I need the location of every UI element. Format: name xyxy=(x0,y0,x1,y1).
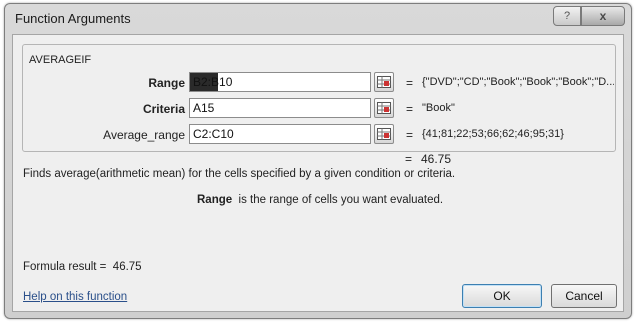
arg-value-range: {"DVD";"CD";"Book";"Book";"Book";"D... xyxy=(422,76,614,88)
arg-label-average-range: Average_range xyxy=(103,128,185,142)
equals-sign: = xyxy=(406,128,414,142)
arg-row-range: Range = {"DVD";"CD";"Book";"Book";"Book"… xyxy=(23,72,615,94)
argument-help-text: is the range of cells you want evaluated… xyxy=(238,194,444,206)
collapse-dialog-icon xyxy=(377,76,391,88)
average-range-ref-button[interactable] xyxy=(374,124,394,144)
dialog-content: AVERAGEIF Range = {"DVD";"CD";"Book";"Bo… xyxy=(12,34,624,312)
function-arguments-dialog: Function Arguments ? x AVERAGEIF Range B… xyxy=(4,3,632,319)
argument-help-name: Range xyxy=(197,194,233,206)
range-input[interactable] xyxy=(189,72,371,92)
close-icon: x xyxy=(599,9,607,23)
arg-label-criteria: Criteria xyxy=(142,102,185,116)
function-name: AVERAGEIF xyxy=(29,54,92,66)
collapse-dialog-icon xyxy=(377,128,391,140)
argument-help: Range is the range of cells you want eva… xyxy=(197,194,443,206)
average-range-input[interactable] xyxy=(189,124,371,144)
formula-result: Formula result = 46.75 xyxy=(23,261,142,273)
cancel-button[interactable]: Cancel xyxy=(551,284,617,308)
range-ref-button[interactable] xyxy=(374,72,394,92)
dialog-title: Function Arguments xyxy=(15,11,131,26)
close-button[interactable]: x xyxy=(581,6,625,26)
function-description: Finds average(arithmetic mean) for the c… xyxy=(23,168,456,180)
formula-result-value: 46.75 xyxy=(112,261,142,273)
equals-sign: = xyxy=(406,102,414,116)
arg-row-average-range: Average_range = {41;81;22;53;66;62;46;95… xyxy=(23,124,615,146)
function-result-value: 46.75 xyxy=(421,152,452,166)
function-result-equals: = xyxy=(405,152,413,166)
title-bar[interactable]: Function Arguments ? x xyxy=(5,4,631,34)
ok-button[interactable]: OK xyxy=(462,284,542,308)
formula-result-label: Formula result = xyxy=(23,261,107,273)
arg-value-average-range: {41;81;22;53;66;62;46;95;31} xyxy=(422,128,564,140)
collapse-dialog-icon xyxy=(377,102,391,114)
criteria-input[interactable] xyxy=(189,98,371,118)
arg-row-criteria: Criteria = "Book" xyxy=(23,98,615,120)
help-button[interactable]: ? xyxy=(553,6,581,26)
arg-value-criteria: "Book" xyxy=(422,102,455,114)
help-on-function-link[interactable]: Help on this function xyxy=(23,291,127,303)
question-mark-icon: ? xyxy=(563,10,571,22)
criteria-ref-button[interactable] xyxy=(374,98,394,118)
arg-label-range: Range xyxy=(148,76,185,90)
arguments-group: AVERAGEIF Range = {"DVD";"CD";"Book";"Bo… xyxy=(22,44,616,152)
equals-sign: = xyxy=(406,76,414,90)
